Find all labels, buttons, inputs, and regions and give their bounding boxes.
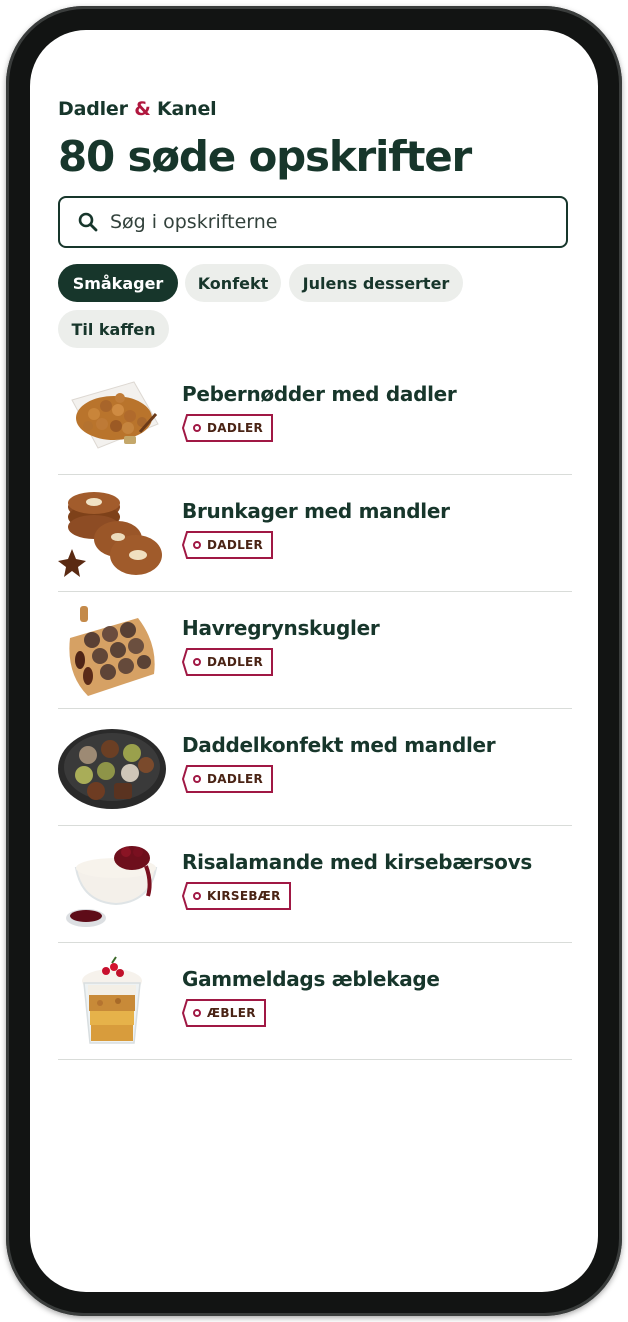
tag-hole-icon bbox=[193, 541, 201, 549]
recipe-title: Havregrynskugler bbox=[182, 616, 380, 640]
filter-chip-smakager[interactable]: Småkager bbox=[58, 264, 178, 302]
tag-body: DADLER bbox=[193, 414, 274, 442]
recipe-list: Pebernødder med dadler DADLER Brunkager … bbox=[58, 358, 572, 1060]
recipe-title: Daddelkonfekt med mandler bbox=[182, 733, 496, 757]
page-title: 80 søde opskrifter bbox=[58, 132, 472, 181]
phone-frame: Dadler & Kanel 80 søde opskrifter Søg i … bbox=[6, 6, 622, 1316]
recipe-title: Brunkager med mandler bbox=[182, 499, 450, 523]
brunkager-image bbox=[58, 492, 162, 577]
ingredient-tag: DADLER bbox=[182, 531, 274, 559]
ingredient-tag: ÆBLER bbox=[182, 999, 266, 1027]
recipe-row[interactable]: Risalamande med kirsebærsovs KIRSEBÆR bbox=[58, 826, 572, 943]
tag-body: DADLER bbox=[193, 765, 274, 793]
recipe-row[interactable]: Brunkager med mandler DADLER bbox=[58, 475, 572, 592]
pebernodder-image bbox=[71, 381, 159, 449]
tag-label: DADLER bbox=[207, 772, 264, 786]
filter-chip-julens-desserter[interactable]: Julens desserter bbox=[289, 264, 463, 302]
recipe-row[interactable]: Daddelkonfekt med mandler DADLER bbox=[58, 709, 572, 826]
tag-body: KIRSEBÆR bbox=[193, 882, 291, 910]
tag-label: DADLER bbox=[207, 655, 264, 669]
recipe-title: Gammeldags æblekage bbox=[182, 967, 440, 991]
tag-body: ÆBLER bbox=[193, 999, 266, 1027]
filter-chip-til-kaffen[interactable]: Til kaffen bbox=[58, 310, 169, 348]
recipe-row[interactable]: Gammeldags æblekage ÆBLER bbox=[58, 943, 572, 1060]
tag-label: DADLER bbox=[207, 538, 264, 552]
aeblekage-image bbox=[82, 956, 142, 1044]
brand-logo[interactable]: Dadler & Kanel bbox=[58, 98, 217, 120]
havregrynskugler-image bbox=[69, 606, 155, 696]
ingredient-tag: DADLER bbox=[182, 414, 274, 442]
tag-label: DADLER bbox=[207, 421, 264, 435]
recipe-row[interactable]: Havregrynskugler DADLER bbox=[58, 592, 572, 709]
tag-hole-icon bbox=[193, 1009, 201, 1017]
brand-name-first: Dadler bbox=[58, 98, 128, 120]
tag-body: DADLER bbox=[193, 648, 274, 676]
tag-hole-icon bbox=[193, 892, 201, 900]
search-icon bbox=[78, 212, 98, 232]
app-screen: Dadler & Kanel 80 søde opskrifter Søg i … bbox=[30, 30, 598, 1292]
tag-body: DADLER bbox=[193, 531, 274, 559]
filter-chip-konfekt[interactable]: Konfekt bbox=[185, 264, 281, 302]
risalamande-image bbox=[66, 846, 158, 927]
search-placeholder: Søg i opskrifterne bbox=[110, 211, 278, 233]
brand-name-second: Kanel bbox=[156, 98, 217, 120]
tag-label: ÆBLER bbox=[207, 1006, 256, 1020]
tag-hole-icon bbox=[193, 775, 201, 783]
search-input[interactable]: Søg i opskrifterne bbox=[58, 196, 568, 248]
tag-label: KIRSEBÆR bbox=[207, 889, 281, 903]
tag-hole-icon bbox=[193, 658, 201, 666]
recipe-title: Risalamande med kirsebærsovs bbox=[182, 850, 532, 874]
recipe-row[interactable]: Pebernødder med dadler DADLER bbox=[58, 358, 572, 475]
recipe-title: Pebernødder med dadler bbox=[182, 382, 457, 406]
ingredient-tag: DADLER bbox=[182, 765, 274, 793]
tag-hole-icon bbox=[193, 424, 201, 432]
ingredient-tag: KIRSEBÆR bbox=[182, 882, 291, 910]
ingredient-tag: DADLER bbox=[182, 648, 274, 676]
daddelkonfekt-image bbox=[58, 729, 166, 809]
brand-ampersand: & bbox=[134, 98, 151, 120]
